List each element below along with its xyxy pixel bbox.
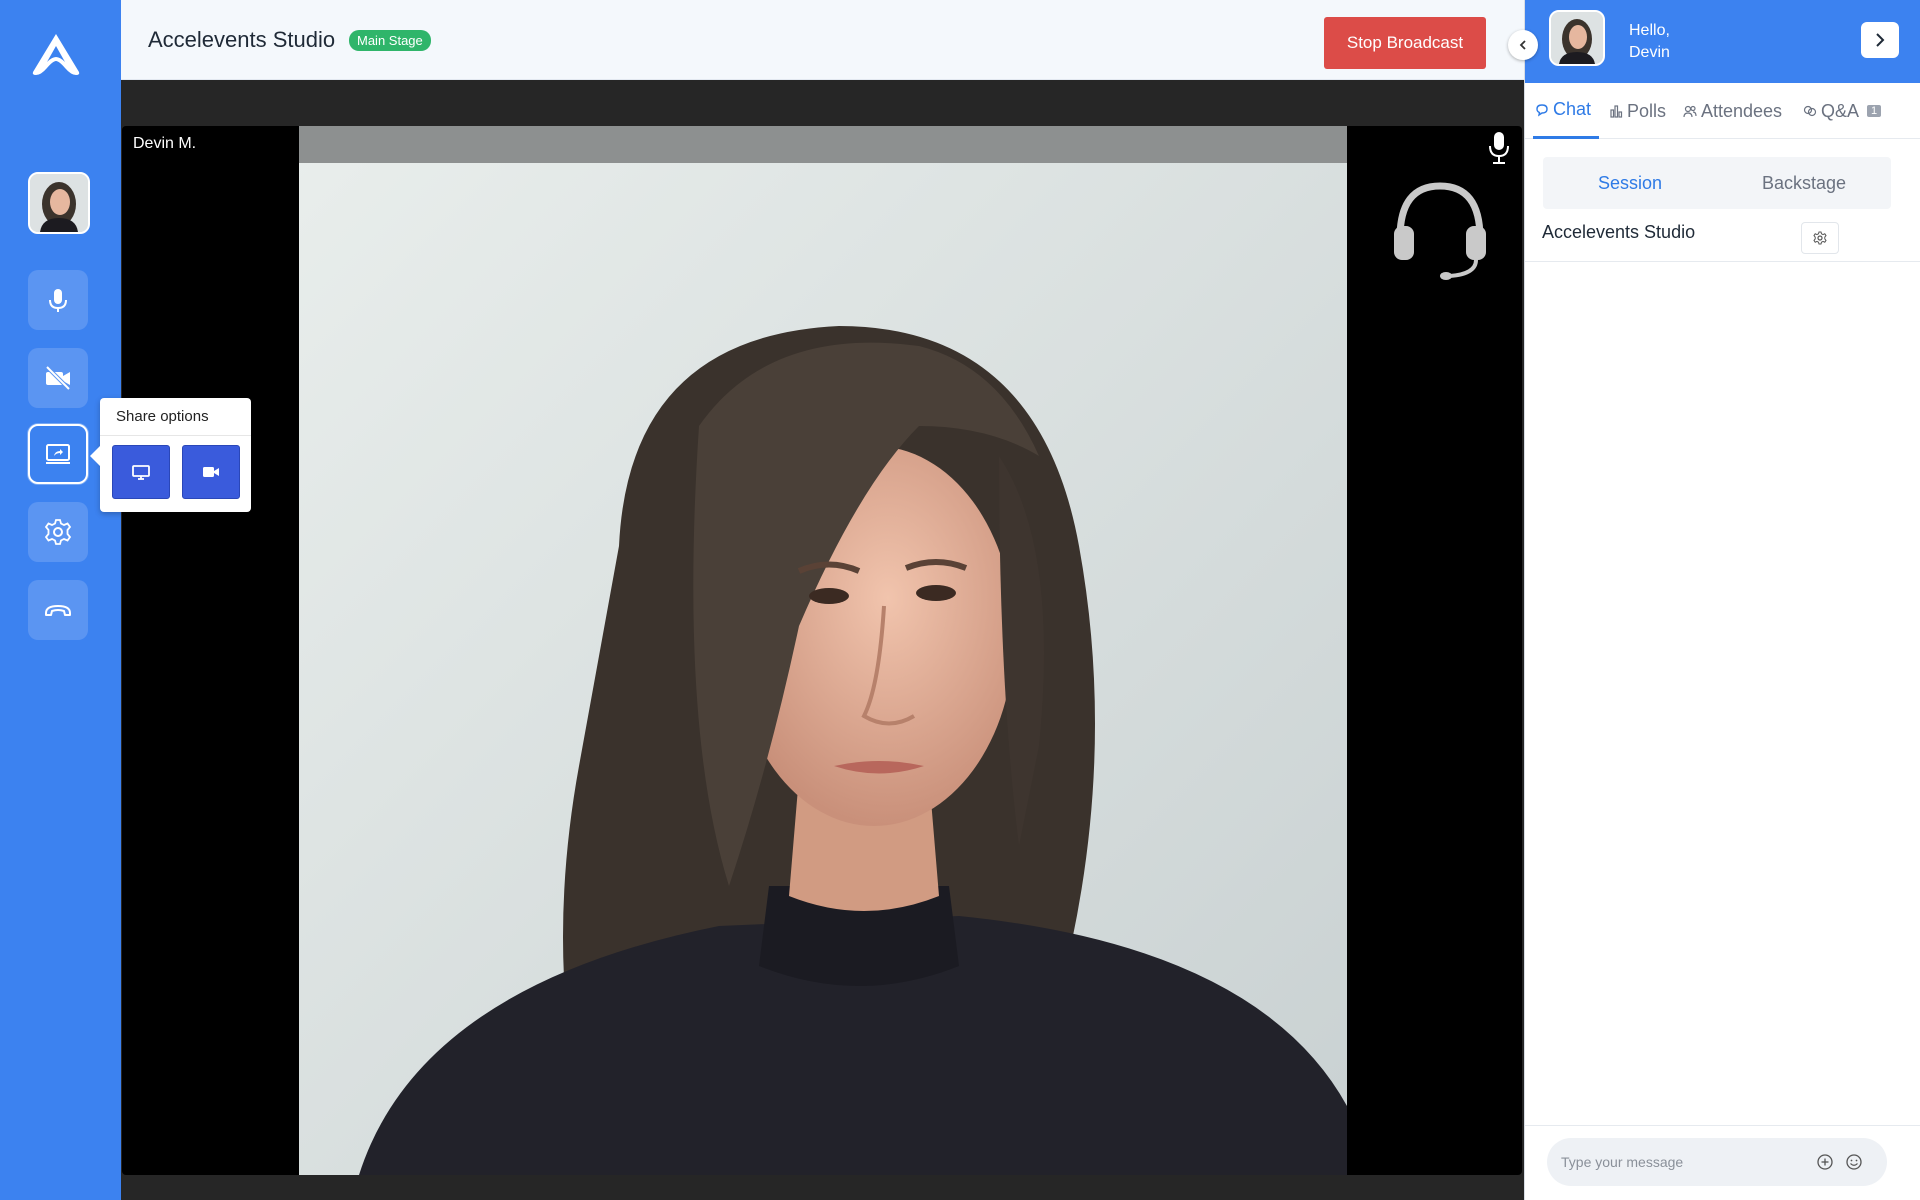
top-header: Accelevents Studio Main Stage Stop Broad… xyxy=(121,0,1524,80)
hang-up-icon xyxy=(45,605,71,616)
microphone-icon xyxy=(49,289,67,312)
chevron-right-icon xyxy=(1876,33,1885,47)
video-camera-icon xyxy=(203,467,219,477)
left-rail xyxy=(0,0,121,1200)
tab-qa[interactable]: Q&A 1 xyxy=(1803,83,1882,139)
participant-name: Devin M. xyxy=(133,135,197,152)
stage-area: Devin M. xyxy=(121,80,1524,1200)
emoji-icon[interactable] xyxy=(1845,1153,1863,1171)
chat-icon xyxy=(1536,103,1548,117)
chevron-left-icon xyxy=(1519,40,1526,50)
tab-attendees[interactable]: Attendees xyxy=(1683,83,1782,139)
gear-icon xyxy=(44,519,72,545)
panel-tabs: Chat Polls Attendees Q&A 1 xyxy=(1525,83,1920,139)
message-input[interactable] xyxy=(1547,1138,1887,1186)
greeting-user-name: Devin xyxy=(1629,44,1670,61)
stop-broadcast-button[interactable]: Stop Broadcast xyxy=(1324,17,1486,69)
headset-icon xyxy=(1394,182,1486,280)
participant-video xyxy=(299,126,1347,1175)
message-composer xyxy=(1525,1125,1920,1200)
settings-button[interactable] xyxy=(28,502,88,562)
add-circle-icon[interactable] xyxy=(1816,1153,1834,1171)
share-options-popover: Share options xyxy=(90,398,251,512)
page-title: Accelevents Studio xyxy=(148,27,336,52)
collapse-panel-button[interactable] xyxy=(1508,30,1538,60)
expand-panel-button[interactable] xyxy=(1861,22,1899,58)
popover-title: Share options xyxy=(100,398,251,436)
gear-icon xyxy=(1813,231,1827,245)
chat-title: Accelevents Studio xyxy=(1542,222,1696,242)
logo-icon xyxy=(32,34,80,75)
tab-polls-label: Polls xyxy=(1627,100,1667,121)
monitor-icon xyxy=(132,465,150,480)
greeting-line1: Hello, xyxy=(1629,22,1670,39)
microphone-icon xyxy=(1489,132,1509,164)
microphone-button[interactable] xyxy=(28,270,88,330)
share-screen-button[interactable] xyxy=(28,424,88,484)
tab-qa-label: Q&A xyxy=(1821,100,1860,121)
chat-scope-toggle: Session Backstage xyxy=(1543,157,1891,209)
divider xyxy=(1525,261,1920,262)
panel-header: Hello, Devin xyxy=(1525,0,1920,83)
tab-chat[interactable]: Chat xyxy=(1533,83,1600,139)
avatar[interactable] xyxy=(28,172,90,234)
avatar[interactable] xyxy=(1549,10,1605,66)
backstage-tab[interactable]: Backstage xyxy=(1717,157,1891,209)
greeting: Hello, Devin xyxy=(1629,20,1670,64)
tab-chat-label: Chat xyxy=(1553,99,1592,119)
qa-count-badge: 1 xyxy=(1867,105,1882,117)
video-off-icon xyxy=(45,365,71,391)
share-screen-icon xyxy=(46,444,70,464)
qa-icon xyxy=(1803,105,1817,117)
users-icon xyxy=(1683,105,1697,118)
right-panel: Hello, Devin Chat Polls Attendees Q&A 1 … xyxy=(1524,0,1920,1200)
camera-toggle-button[interactable] xyxy=(28,348,88,408)
bar-chart-icon xyxy=(1610,105,1623,118)
video-top-bar xyxy=(299,126,1347,163)
tab-attendees-label: Attendees xyxy=(1701,100,1783,121)
share-video-option-button[interactable] xyxy=(182,445,240,499)
share-screen-option-button[interactable] xyxy=(112,445,170,499)
session-tab[interactable]: Session xyxy=(1543,157,1717,209)
video-tile: Devin M. xyxy=(122,126,1522,1175)
tab-polls[interactable]: Polls xyxy=(1609,83,1666,139)
stage-badge: Main Stage xyxy=(349,30,431,51)
chat-settings-button[interactable] xyxy=(1801,222,1839,254)
leave-call-button[interactable] xyxy=(28,580,88,640)
